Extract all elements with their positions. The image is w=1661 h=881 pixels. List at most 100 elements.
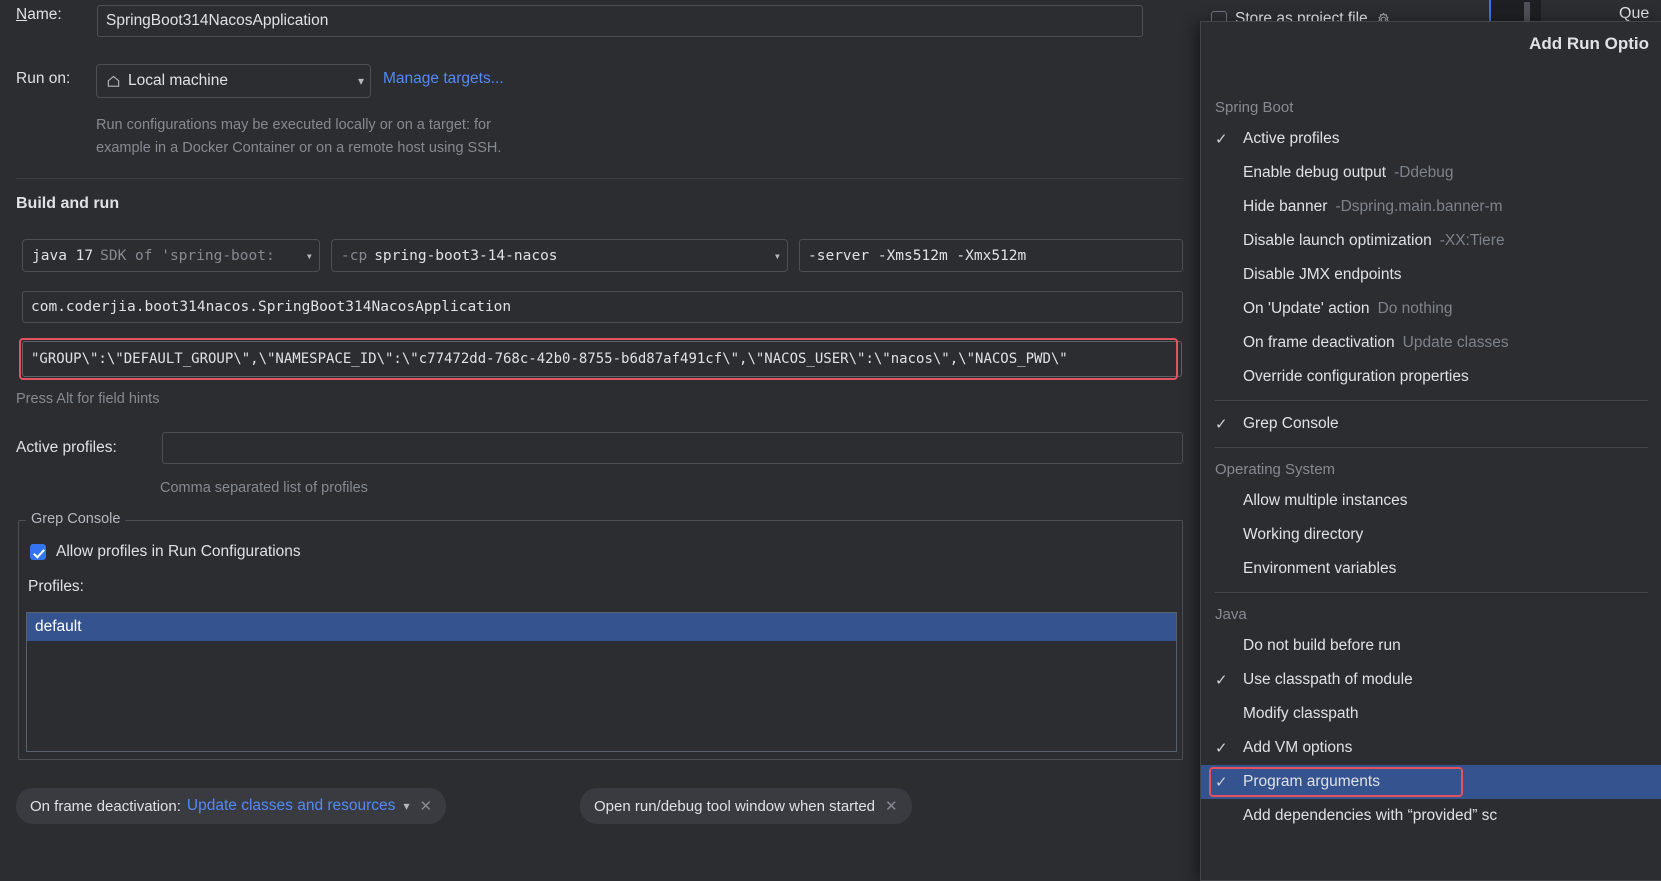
check-icon: ✓ — [1215, 131, 1228, 148]
active-profiles-hint: Comma separated list of profiles — [160, 480, 368, 496]
menu-item-working-directory[interactable]: Working directory — [1201, 518, 1661, 552]
menu-group-header: Java — [1215, 605, 1247, 623]
menu-item-disable-jmx-endpoints[interactable]: Disable JMX endpoints — [1201, 258, 1661, 292]
menu-item-on-update-action[interactable]: On 'Update' action Do nothing — [1201, 292, 1661, 326]
chevron-down-icon: ▾ — [773, 248, 781, 263]
allow-profiles-checkbox[interactable] — [30, 544, 46, 560]
section-divider — [16, 178, 1183, 179]
list-item[interactable]: default — [27, 613, 1176, 641]
menu-item-label: Use classpath of module — [1243, 671, 1413, 688]
name-label: Name: — [16, 6, 62, 23]
menu-group-header: Spring Boot — [1215, 98, 1294, 116]
menu-item-label: Hide banner — [1243, 198, 1328, 215]
menu-item-override-configuration-properties[interactable]: Override configuration properties — [1201, 360, 1661, 394]
run-on-label: Run on: — [16, 70, 71, 87]
classpath-module-value: spring-boot3-14-nacos — [374, 247, 558, 264]
chevron-down-icon[interactable]: ▾ — [403, 799, 409, 813]
chevron-down-icon: ▾ — [305, 248, 313, 263]
name-row: Name: — [16, 6, 62, 24]
menu-item-label: Allow multiple instances — [1243, 492, 1408, 509]
profiles-label: Profiles: — [28, 578, 84, 595]
menu-item-value: Update classes — [1402, 334, 1509, 351]
menu-item-label: Add dependencies with “provided” sc — [1243, 807, 1498, 824]
menu-item-enable-debug-output[interactable]: Enable debug output -Ddebug — [1201, 156, 1661, 190]
menu-item-modify-classpath[interactable]: Modify classpath — [1201, 697, 1661, 731]
menu-item-label: On frame deactivation — [1243, 334, 1395, 351]
menu-item-value: -XX:Tiere — [1439, 232, 1505, 249]
run-on-hint-line1: Run configurations may be executed local… — [96, 117, 491, 133]
menu-item-label: Enable debug output — [1243, 164, 1387, 181]
allow-profiles-checkbox-row[interactable]: Allow profiles in Run Configurations — [30, 543, 301, 561]
menu-item-environment-variables[interactable]: Environment variables — [1201, 552, 1661, 586]
close-icon[interactable]: ✕ — [419, 797, 432, 815]
add-run-options-popup: Add Run Optio Spring Boot ✓ Active profile… — [1200, 21, 1661, 881]
field-hints-text: Press Alt for field hints — [16, 391, 160, 407]
menu-item-use-classpath-of-module[interactable]: ✓ Use classpath of module — [1201, 663, 1661, 697]
classpath-prefix: -cp — [341, 247, 368, 264]
program-arguments-highlight — [19, 338, 1178, 380]
program-arguments-menu-highlight — [1209, 767, 1463, 797]
manage-targets-link[interactable]: Manage targets... — [383, 70, 504, 88]
menu-item-allow-multiple-instances[interactable]: Allow multiple instances — [1201, 484, 1661, 518]
chevron-down-icon: ▾ — [357, 74, 364, 88]
name-input-value: SpringBoot314NacosApplication — [106, 12, 329, 29]
home-icon — [107, 75, 120, 87]
main-class-value: com.coderjia.boot314nacos.SpringBoot314N… — [31, 299, 512, 315]
run-on-row: Run on: — [16, 70, 70, 88]
menu-item-label: Working directory — [1243, 526, 1364, 543]
name-input[interactable]: SpringBoot314NacosApplication — [97, 5, 1143, 37]
menu-item-hide-banner[interactable]: Hide banner -Dspring.main.banner-m — [1201, 190, 1661, 224]
popup-title: Add Run Optio — [1529, 34, 1649, 53]
chip-value-link[interactable]: Update classes and resources — [187, 797, 396, 815]
menu-item-label: Modify classpath — [1243, 705, 1359, 722]
dialog-scroll-gutter[interactable] — [1183, 0, 1200, 881]
build-and-run-title: Build and run — [16, 195, 120, 212]
run-configuration-dialog: Name: SpringBoot314NacosApplication Run … — [0, 0, 1200, 881]
menu-item-label: Grep Console — [1243, 415, 1339, 432]
menu-item-label: Disable JMX endpoints — [1243, 266, 1402, 283]
profiles-listbox[interactable]: default — [26, 612, 1177, 752]
menu-item-program-arguments[interactable]: ✓ Program arguments — [1201, 765, 1661, 799]
menu-item-label: Do not build before run — [1243, 637, 1401, 654]
vm-options-value: -server -Xms512m -Xmx512m — [808, 247, 1027, 264]
menu-item-value: -Ddebug — [1394, 164, 1454, 181]
menu-item-label: Active profiles — [1243, 130, 1340, 147]
main-class-input[interactable]: com.coderjia.boot314nacos.SpringBoot314N… — [22, 291, 1183, 323]
check-icon: ✓ — [1215, 740, 1228, 757]
menu-item-do-not-build-before-run[interactable]: Do not build before run — [1201, 629, 1661, 663]
menu-separator — [1215, 592, 1648, 593]
allow-profiles-label: Allow profiles in Run Configurations — [56, 543, 301, 560]
chip-label: On frame deactivation: — [30, 797, 181, 815]
run-on-combo-value: Local machine — [128, 72, 228, 89]
active-profiles-label: Active profiles: — [16, 439, 117, 456]
menu-separator — [1215, 447, 1648, 448]
menu-separator — [1215, 400, 1648, 401]
check-icon: ✓ — [1215, 672, 1228, 689]
check-icon: ✓ — [1215, 416, 1228, 433]
chip-label: Open run/debug tool window when started — [594, 797, 876, 815]
menu-item-label: Disable launch optimization — [1243, 232, 1432, 249]
run-on-hint-line2: example in a Docker Container or on a re… — [96, 140, 502, 156]
run-on-combo[interactable]: Local machine ▾ — [96, 64, 371, 98]
grep-console-group-label: Grep Console — [26, 511, 126, 527]
menu-item-label: On 'Update' action — [1243, 300, 1370, 317]
menu-item-active-profiles[interactable]: ✓ Active profiles — [1201, 122, 1661, 156]
vm-options-input[interactable]: -server -Xms512m -Xmx512m — [799, 239, 1183, 272]
menu-item-add-dependencies-with-provided-sc[interactable]: Add dependencies with “provided” sc — [1201, 799, 1661, 833]
chip-on-frame-deactivation[interactable]: On frame deactivation: Update classes an… — [16, 788, 447, 824]
jdk-sdk-desc: SDK of 'spring-boot: — [100, 247, 275, 264]
close-icon[interactable]: ✕ — [885, 797, 898, 815]
active-profiles-input[interactable] — [162, 432, 1183, 464]
menu-item-add-vm-options[interactable]: ✓ Add VM options — [1201, 731, 1661, 765]
menu-item-on-frame-deactivation[interactable]: On frame deactivation Update classes — [1201, 326, 1661, 360]
menu-item-value: -Dspring.main.banner-m — [1335, 198, 1503, 215]
menu-item-value: Do nothing — [1377, 300, 1453, 317]
menu-item-disable-launch-optimization[interactable]: Disable launch optimization -XX:Tiere — [1201, 224, 1661, 258]
jdk-combo[interactable]: java 17 SDK of 'spring-boot: ▾ — [22, 239, 320, 272]
menu-item-label: Override configuration properties — [1243, 368, 1469, 385]
menu-item-label: Environment variables — [1243, 560, 1397, 577]
jdk-version: java 17 — [32, 247, 94, 264]
menu-item-grep-console[interactable]: ✓ Grep Console — [1201, 407, 1661, 441]
chip-open-run-debug-window[interactable]: Open run/debug tool window when started … — [580, 788, 912, 824]
classpath-module-combo[interactable]: -cp spring-boot3-14-nacos ▾ — [331, 239, 788, 272]
